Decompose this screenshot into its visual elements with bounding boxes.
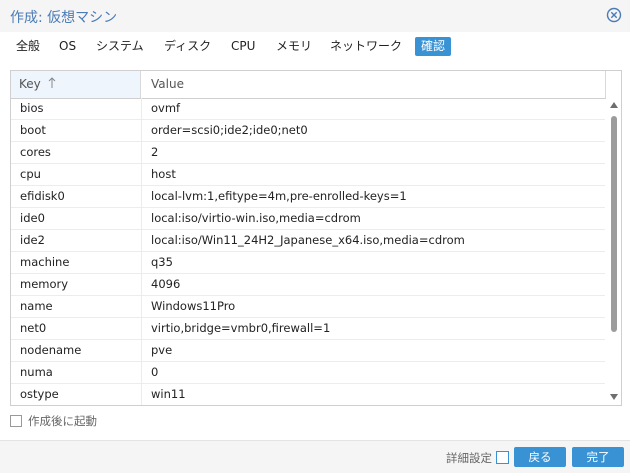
arrow-up-icon	[48, 77, 55, 88]
row-key: nodename	[20, 343, 82, 357]
tab-confirm[interactable]: 確認	[415, 37, 452, 56]
row-key: ostype	[20, 387, 59, 401]
grid-rows: bios ovmf boot order=scsi0;ide2;ide0;net0 …	[11, 98, 605, 405]
row-value: win11	[151, 387, 186, 401]
close-icon[interactable]	[606, 7, 622, 23]
table-row[interactable]: bios ovmf	[11, 98, 605, 120]
start-after-create[interactable]: 作成後に起動	[10, 414, 97, 428]
scroll-down-arrow-icon[interactable]	[610, 394, 618, 400]
table-row[interactable]: name Windows11Pro	[11, 296, 605, 318]
row-value: q35	[151, 255, 173, 269]
table-row[interactable]: cpu host	[11, 164, 605, 186]
header-divider	[605, 71, 606, 98]
advanced-checkbox[interactable]	[496, 451, 509, 464]
column-header-key[interactable]: Key	[11, 71, 141, 98]
tab-memory[interactable]: メモリ	[270, 37, 318, 56]
row-value: ovmf	[151, 101, 181, 115]
start-after-create-label: 作成後に起動	[28, 414, 97, 428]
row-key: memory	[20, 277, 69, 291]
tab-bar: 全般 OS システム ディスク CPU メモリ ネットワーク 確認	[0, 32, 630, 60]
row-key: machine	[20, 255, 70, 269]
row-value: local-lvm:1,efitype=4m,pre-enrolled-keys…	[151, 189, 407, 203]
table-row[interactable]: ostype win11	[11, 384, 605, 405]
row-value: virtio,bridge=vmbr0,firewall=1	[151, 321, 331, 335]
tab-cpu[interactable]: CPU	[225, 37, 261, 56]
finish-button[interactable]: 完了	[572, 447, 624, 467]
start-after-create-checkbox[interactable]	[10, 415, 22, 427]
grid-header: Key Value	[11, 71, 606, 99]
table-row[interactable]: nodename pve	[11, 340, 605, 362]
row-value: pve	[151, 343, 173, 357]
table-row[interactable]: cores 2	[11, 142, 605, 164]
row-key: efidisk0	[20, 189, 65, 203]
row-key: cpu	[20, 167, 41, 181]
tab-os[interactable]: OS	[53, 37, 82, 56]
table-row[interactable]: numa 0	[11, 362, 605, 384]
row-key: boot	[20, 123, 46, 137]
column-header-key-label: Key	[19, 77, 41, 91]
table-row[interactable]: ide2 local:iso/Win11_24H2_Japanese_x64.is…	[11, 230, 605, 252]
tab-system[interactable]: システム	[90, 37, 150, 56]
advanced-label: 詳細設定	[446, 451, 492, 465]
scrollbar-thumb[interactable]	[611, 116, 617, 332]
column-header-value[interactable]: Value	[142, 71, 606, 98]
row-key: ide0	[20, 211, 45, 225]
summary-grid: Key Value bios ovmf boot order=scsi0;ide2;…	[10, 70, 622, 406]
row-value: 2	[151, 145, 159, 159]
row-key: numa	[20, 365, 53, 379]
back-button[interactable]: 戻る	[514, 447, 566, 467]
row-key: cores	[20, 145, 51, 159]
dialog-footer: 詳細設定 戻る 完了	[0, 440, 630, 473]
tab-disk[interactable]: ディスク	[158, 37, 217, 56]
row-key: bios	[20, 101, 44, 115]
table-row[interactable]: boot order=scsi0;ide2;ide0;net0	[11, 120, 605, 142]
scroll-up-arrow-icon[interactable]	[610, 102, 618, 108]
row-key: ide2	[20, 233, 45, 247]
window-title: 作成: 仮想マシン	[10, 10, 118, 26]
row-value: order=scsi0;ide2;ide0;net0	[151, 123, 308, 137]
row-key: name	[20, 299, 53, 313]
row-value: 4096	[151, 277, 181, 291]
row-value: Windows11Pro	[151, 299, 236, 313]
tab-general[interactable]: 全般	[10, 37, 46, 56]
row-value: local:iso/Win11_24H2_Japanese_x64.iso,me…	[151, 233, 465, 247]
table-row[interactable]: memory 4096	[11, 274, 605, 296]
row-value: host	[151, 167, 176, 181]
table-row[interactable]: efidisk0 local-lvm:1,efitype=4m,pre-enrol…	[11, 186, 605, 208]
vertical-scrollbar[interactable]	[608, 98, 620, 404]
table-row[interactable]: ide0 local:iso/virtio-win.iso,media=cdrom	[11, 208, 605, 230]
row-value: local:iso/virtio-win.iso,media=cdrom	[151, 211, 361, 225]
title-bar: 作成: 仮想マシン	[0, 0, 630, 33]
column-header-value-label: Value	[151, 77, 184, 91]
tab-network[interactable]: ネットワーク	[324, 37, 408, 56]
table-row[interactable]: net0 virtio,bridge=vmbr0,firewall=1	[11, 318, 605, 340]
row-value: 0	[151, 365, 159, 379]
table-row[interactable]: machine q35	[11, 252, 605, 274]
row-key: net0	[20, 321, 47, 335]
